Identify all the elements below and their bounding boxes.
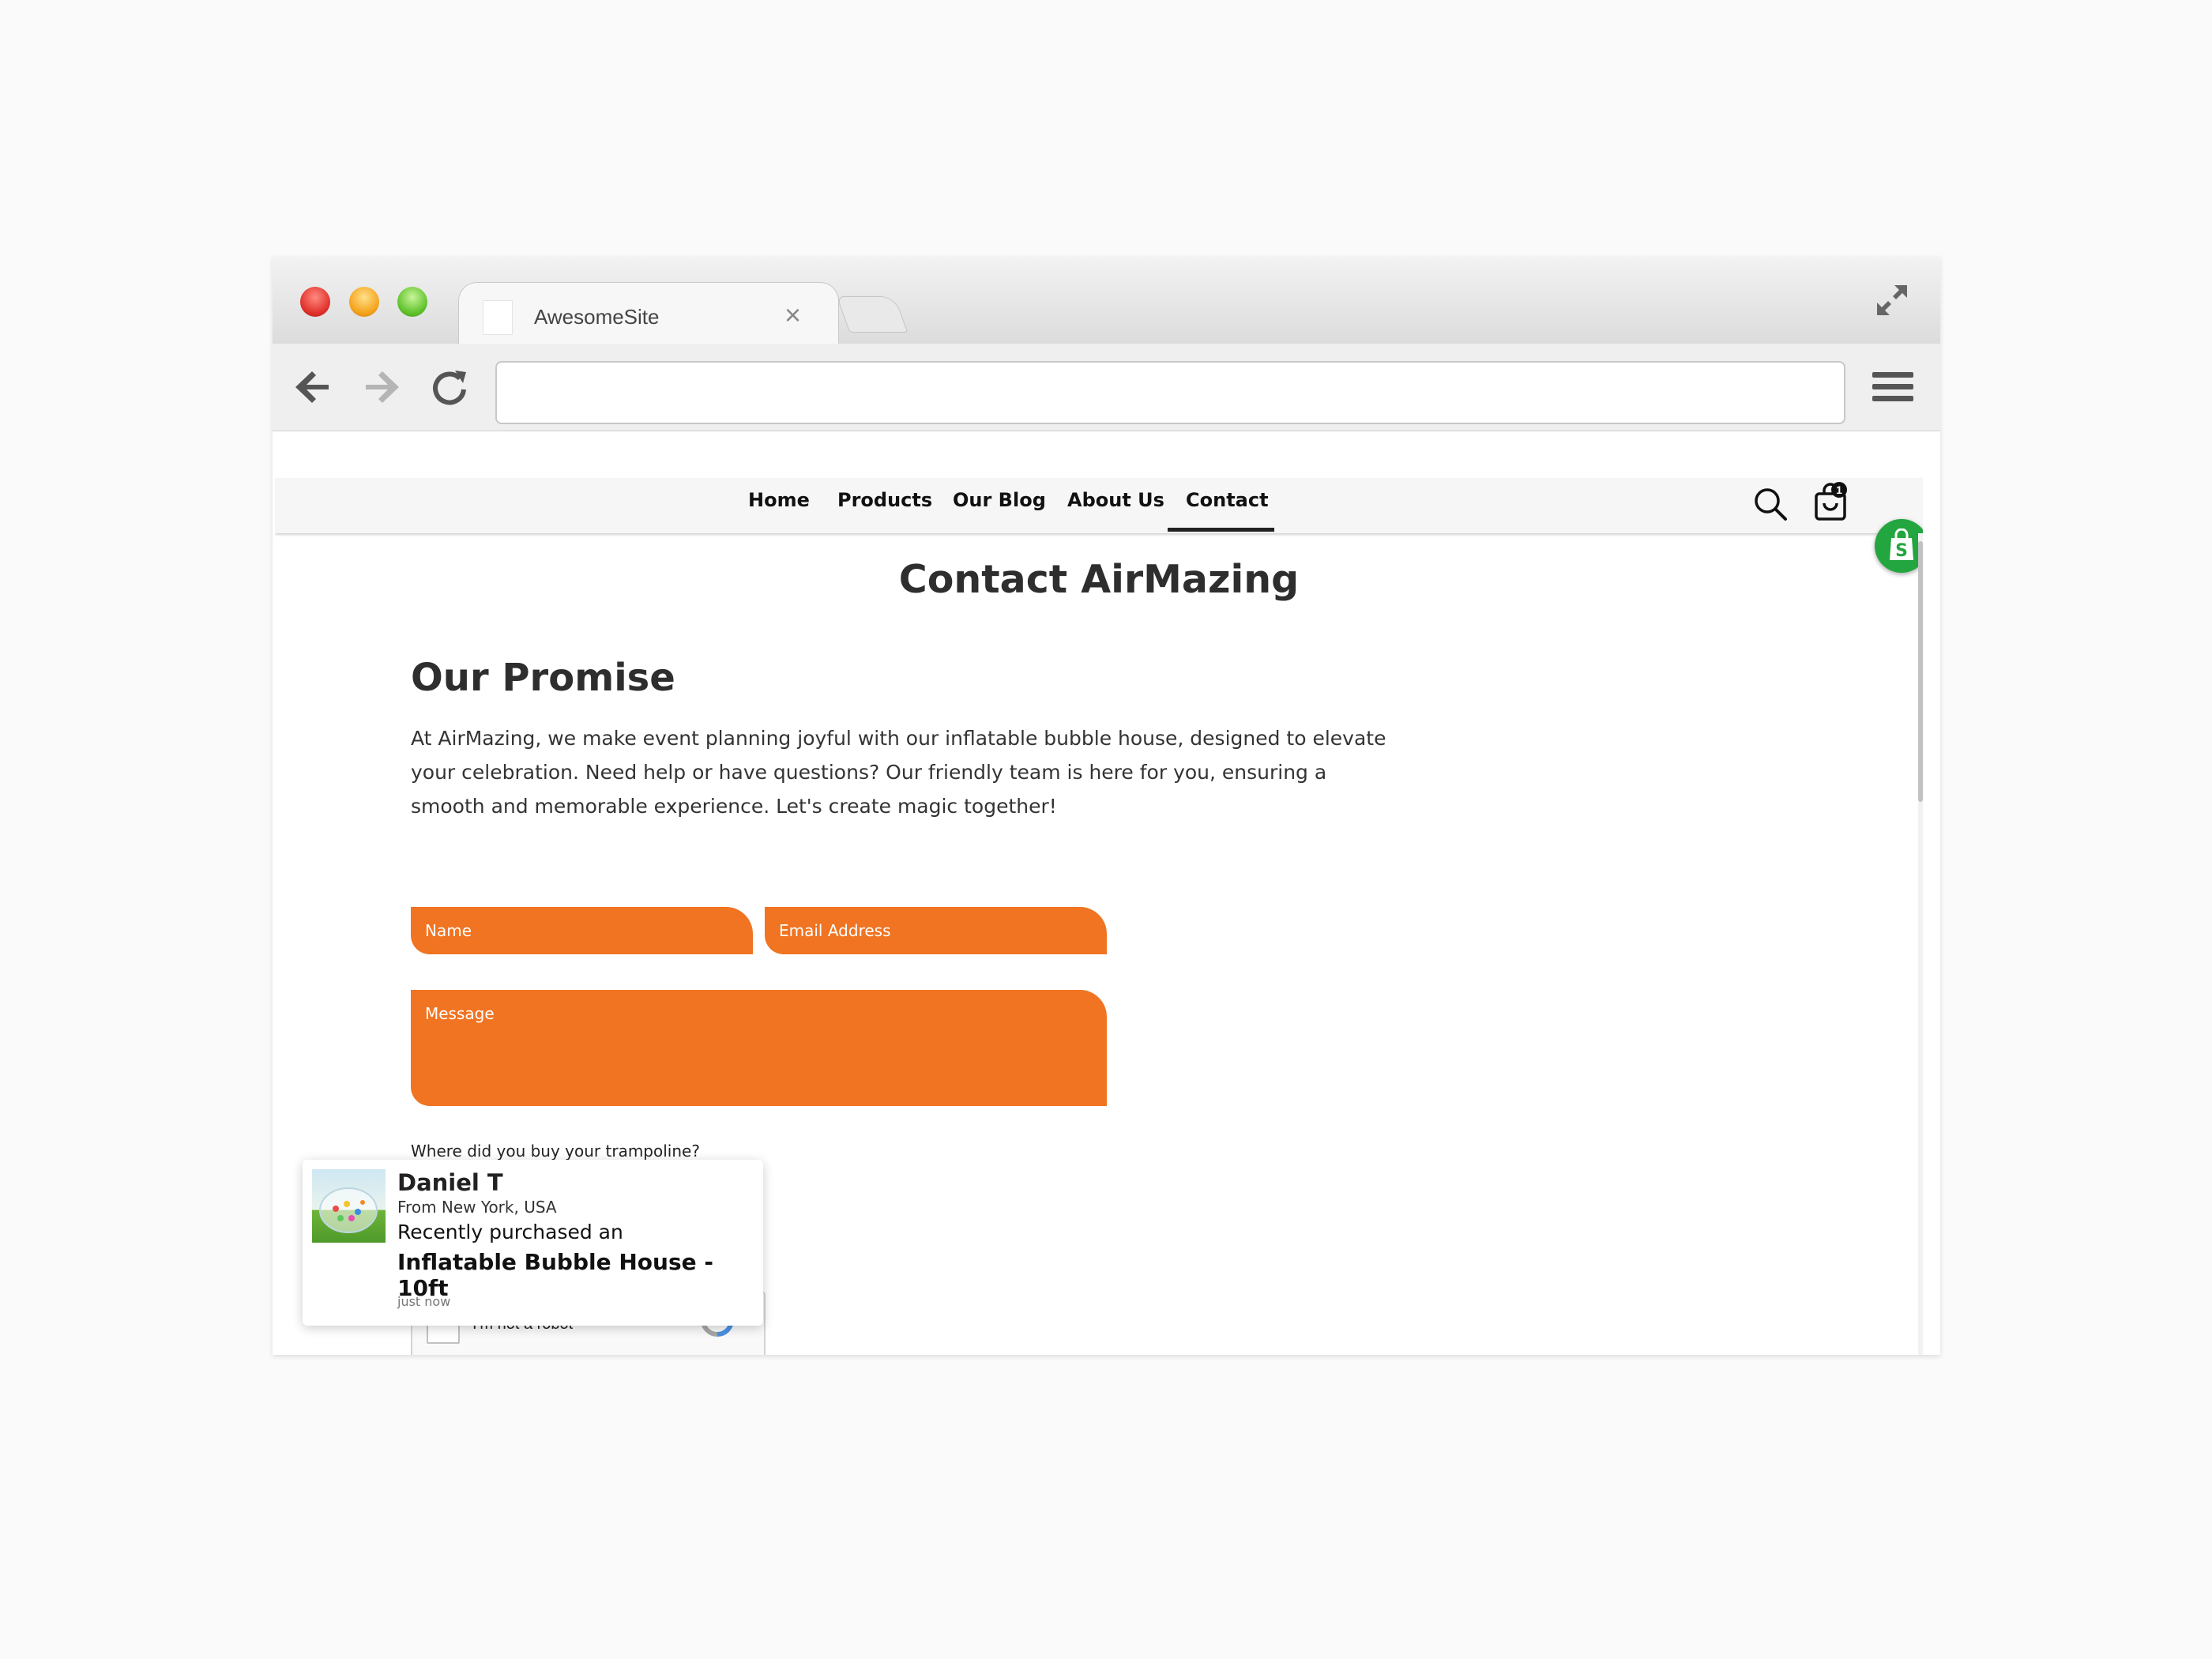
message-field[interactable]: Message (411, 990, 1107, 1106)
new-tab-button[interactable] (836, 296, 908, 333)
browser-toolbar (273, 344, 1940, 431)
purchase-location-label: Where did you buy your trampoline? (411, 1142, 700, 1161)
search-icon[interactable] (1752, 486, 1789, 522)
reload-icon[interactable] (428, 366, 471, 408)
tab-title: AwesomeSite (534, 305, 660, 329)
nav-contact[interactable]: Contact (1186, 489, 1269, 511)
expand-icon[interactable] (1872, 280, 1912, 320)
email-field[interactable]: Email Address (765, 907, 1107, 954)
product-name[interactable]: Inflatable Bubble House - 10ft (397, 1249, 763, 1301)
browser-window: AwesomeSite × Home Products Our Blog Abo… (273, 257, 1940, 1355)
active-nav-underline (1168, 528, 1274, 532)
promise-paragraph: At AirMazing, we make event planning joy… (411, 727, 1386, 818)
browser-titlebar: AwesomeSite × (273, 257, 1940, 346)
page-icon (483, 300, 513, 335)
back-arrow-icon[interactable] (292, 366, 335, 408)
purchase-notification[interactable]: Daniel T From New York, USA Recently pur… (303, 1160, 763, 1326)
hamburger-menu-icon[interactable] (1872, 372, 1913, 404)
purchase-time: just now (397, 1294, 451, 1309)
address-bar[interactable] (495, 361, 1845, 424)
page-title: Contact AirMazing (898, 557, 1300, 602)
buyer-location: From New York, USA (397, 1198, 557, 1217)
name-field[interactable]: Name (411, 907, 753, 954)
purchase-text: Recently purchased an (397, 1221, 623, 1243)
nav-home[interactable]: Home (748, 489, 810, 511)
product-thumbnail (312, 1169, 386, 1243)
nav-about-us[interactable]: About Us (1067, 489, 1164, 511)
nav-our-blog[interactable]: Our Blog (953, 489, 1046, 511)
cart-count-badge: 1 (1831, 482, 1847, 498)
forward-arrow-icon[interactable] (359, 366, 402, 408)
minimize-window-button[interactable] (349, 287, 379, 317)
nav-products[interactable]: Products (837, 489, 932, 511)
section-heading: Our Promise (411, 656, 675, 700)
site-navigation: Home Products Our Blog About Us Contact … (275, 478, 1923, 533)
close-window-button[interactable] (300, 287, 330, 317)
web-viewport: Home Products Our Blog About Us Contact … (275, 478, 1923, 1355)
browser-tab[interactable]: AwesomeSite × (458, 282, 839, 346)
buyer-name: Daniel T (397, 1169, 503, 1196)
zoom-window-button[interactable] (397, 287, 427, 317)
close-tab-icon[interactable]: × (784, 299, 801, 332)
